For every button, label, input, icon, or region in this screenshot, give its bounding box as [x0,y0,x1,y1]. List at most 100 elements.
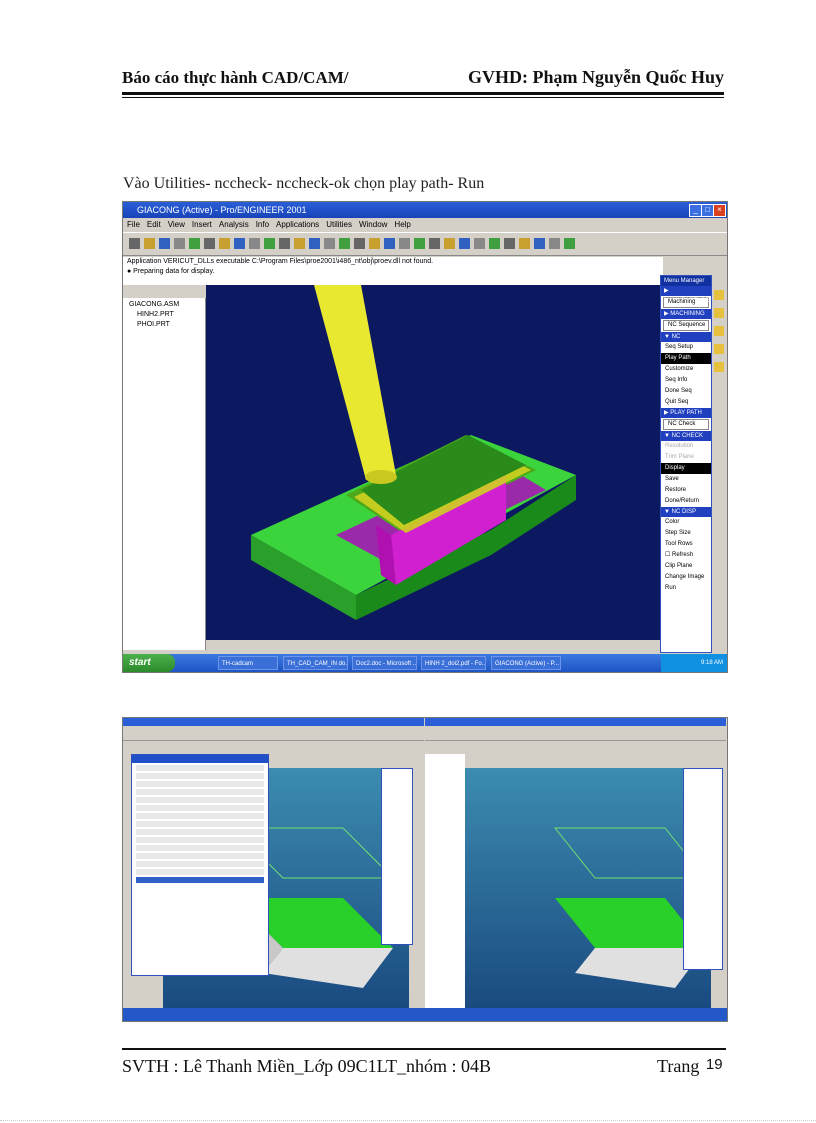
menu-item[interactable]: Window [359,220,387,229]
toolbar-button-icon[interactable] [129,238,140,249]
window-title: GIACONG (Active) - Pro/ENGINEER 2001 [137,205,307,215]
toolbar-button-icon[interactable] [564,238,575,249]
menu-manager-item[interactable]: Restore [661,485,711,496]
menu-manager-item: ▼ NC CHECK [661,431,711,441]
window-title-bar: GIACONG (Active) - Pro/ENGINEER 2001 _ □… [123,202,727,218]
header-left: Báo cáo thực hành CAD/CAM/ [122,68,349,87]
toolbar-button-icon[interactable] [189,238,200,249]
start-button[interactable]: start [123,654,175,672]
menu-manager-item[interactable]: Seq Info [661,375,711,386]
toolbar-button-icon[interactable] [249,238,260,249]
task-doc2[interactable]: Doc2.doc - Microsoft ... [352,656,417,670]
graphics-viewport[interactable] [206,285,660,640]
model-tree: GIACONG.ASM HINH2.PRT PHOI.PRT [123,298,206,650]
menu-manager-item[interactable]: Quit Seq [661,397,711,408]
menu-manager-item[interactable]: Seq Setup [661,342,711,353]
toolbar-button-icon[interactable] [294,238,305,249]
menu-manager-item[interactable]: Tool Rows [661,539,711,550]
menu-manager-item[interactable]: NC Check [663,419,709,430]
toolbar-button-icon[interactable] [459,238,470,249]
toolbar-button-icon[interactable] [309,238,320,249]
toolbar [123,232,727,256]
menu-manager-item[interactable]: Display [661,463,711,474]
menu-manager-item[interactable]: Save [661,474,711,485]
param-tree-dialog [131,754,269,976]
task-giacong[interactable]: GIACONG (Active) - P... [491,656,561,670]
toolbar-button-icon[interactable] [159,238,170,249]
toolbar-button-icon[interactable] [474,238,485,249]
toolbar-button-icon[interactable] [414,238,425,249]
menu-item[interactable]: Insert [192,220,212,229]
menu-item[interactable]: File [127,220,140,229]
menu-item[interactable]: Edit [147,220,161,229]
screenshot-nc-check-results [122,717,728,1022]
task-th-cad-cam[interactable]: TH_CAD_CAM_IN do... [283,656,348,670]
menu-item[interactable]: Analysis [219,220,249,229]
page-number: 19 [705,1056,723,1073]
menu-manager-item: ▼ NC DISP [661,507,711,517]
toolbar-button-icon[interactable] [264,238,275,249]
toolbar-button-icon[interactable] [354,238,365,249]
menu-item[interactable]: Utilities [326,220,352,229]
menu-manager-item[interactable]: Step Size [661,528,711,539]
toolbar-button-icon[interactable] [369,238,380,249]
message-line-2: ● Preparing data for display. [127,268,215,275]
toolbar-button-icon[interactable] [444,238,455,249]
toolbar-button-icon[interactable] [339,238,350,249]
toolbar-button-icon[interactable] [144,238,155,249]
message-line-1: Application VERICUT_DLLs executable C:\P… [127,258,434,265]
left-menu-manager [381,768,413,945]
menu-item[interactable]: Info [256,220,269,229]
tree-item-giacong[interactable]: GIACONG.ASM [129,301,205,308]
toolbar-button-icon[interactable] [324,238,335,249]
toolbar-button-icon[interactable] [429,238,440,249]
task-thcadcam[interactable]: TH-cadcam [218,656,278,670]
menu-manager-item[interactable]: Customize [661,364,711,375]
page-label: Trang [657,1056,700,1076]
toolbar-button-icon[interactable] [279,238,290,249]
toolbar-button-icon[interactable] [234,238,245,249]
page-bottom-dotted-line [0,1120,816,1121]
toolbar-button-icon[interactable] [519,238,530,249]
menu-item[interactable]: Help [394,220,410,229]
menu-manager-item[interactable]: Clip Plane [661,561,711,572]
footer-student-info: SVTH : Lê Thanh Miền_Lớp 09C1LT_nhóm : 0… [122,1056,492,1076]
screenshot-proe-ncc-check: GIACONG (Active) - Pro/ENGINEER 2001 _ □… [122,201,728,673]
menu-manager-item[interactable]: Done/Return [661,496,711,507]
toolbar-button-icon[interactable] [204,238,215,249]
menu-manager-item: ▼ NC SEQUENCE [661,332,711,350]
close-icon[interactable]: × [713,204,726,217]
toolbar-button-icon[interactable] [219,238,230,249]
right-model-tree [425,754,465,1008]
menu-item[interactable]: Applications [276,220,319,229]
menu-manager: Menu Manager ▶ MANUFACTURE Machining ▶ MAC… [660,275,712,653]
toolbar-button-icon[interactable] [489,238,500,249]
menu-manager-item[interactable]: Color [661,517,711,528]
toolbar-button-icon[interactable] [384,238,395,249]
tree-item-phoi[interactable]: PHOI.PRT [137,321,205,328]
menu-manager-item[interactable]: Play Path [661,353,711,364]
menu-manager-item[interactable]: ☐ Refresh [661,550,711,561]
tree-item-hinh2[interactable]: HINH2.PRT [137,311,205,318]
right-viewport[interactable] [465,768,711,1008]
left-proe-window [123,718,424,1008]
footer-rule [122,1048,726,1050]
header-rule-thin [122,97,724,98]
menu-manager-item[interactable]: Change Image [661,572,711,583]
system-clock: 9:18 AM [661,654,727,672]
menu-manager-title: Menu Manager [661,276,711,286]
menu-manager-item: ▶ PLAY PATH [661,408,711,418]
bottom-taskbar [123,1008,727,1021]
menu-manager-item[interactable]: Done Seq [661,386,711,397]
right-toolbar [712,282,726,642]
toolbar-button-icon[interactable] [504,238,515,249]
menu-manager-item[interactable]: NC Sequence [663,320,709,331]
menu-item[interactable]: View [168,220,185,229]
toolbar-button-icon[interactable] [174,238,185,249]
toolbar-button-icon[interactable] [549,238,560,249]
toolbar-button-icon[interactable] [399,238,410,249]
menu-manager-item[interactable]: Run [661,583,711,594]
task-pdf[interactable]: HINH 2_doi2.pdf - Fo... [421,656,486,670]
right-proe-window [425,718,726,1008]
toolbar-button-icon[interactable] [534,238,545,249]
